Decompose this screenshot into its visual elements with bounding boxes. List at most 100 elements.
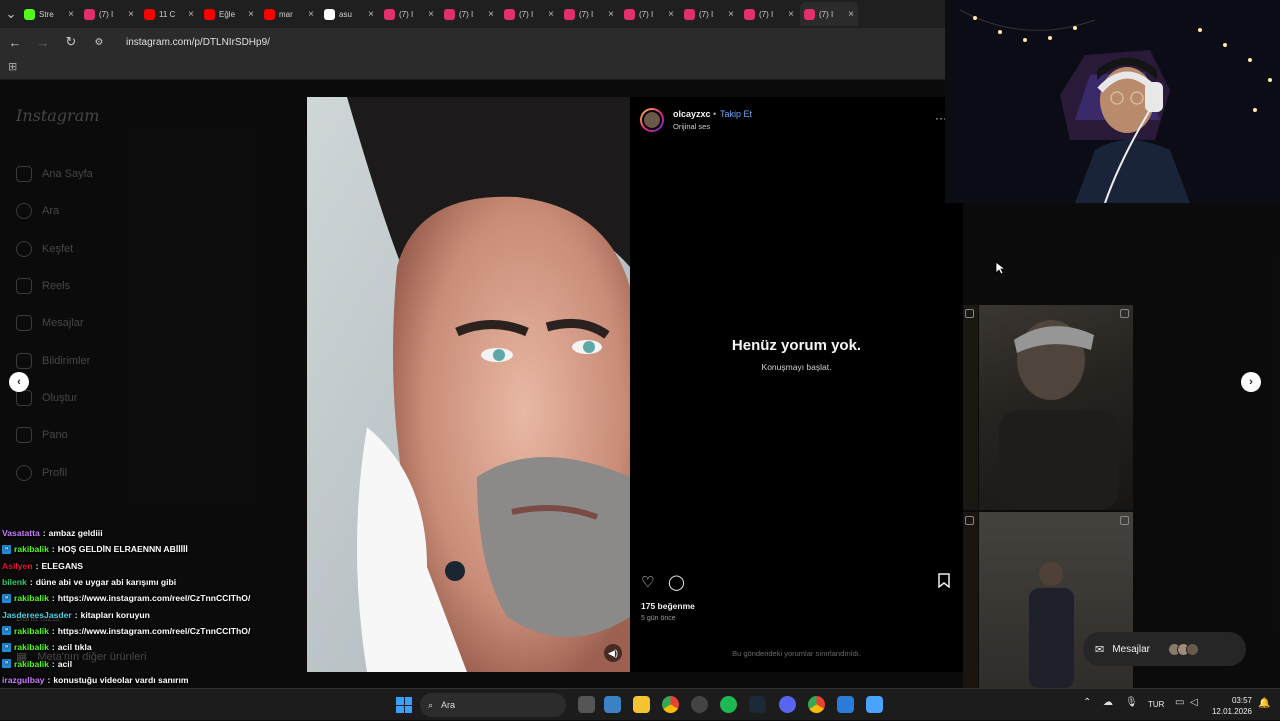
chat-separator: : (47, 674, 51, 685)
tab-close-icon[interactable]: × (68, 9, 74, 20)
chat-username: rakibalik (14, 625, 49, 636)
browser-tab[interactable]: (7) I × (380, 2, 438, 26)
grid-thumbnail[interactable] (963, 512, 978, 688)
tab-close-icon[interactable]: × (308, 9, 314, 20)
tab-close-icon[interactable]: × (728, 9, 734, 20)
instagram-logo[interactable]: Instagram (16, 106, 99, 125)
subscriber-badge-icon: » (2, 642, 11, 652)
spotify-icon[interactable] (720, 696, 737, 713)
chat-message: » rakibalik: acil (2, 655, 302, 671)
likes-count[interactable]: 175 beğenme (641, 601, 695, 611)
browser-tab[interactable]: (7) I × (500, 2, 558, 26)
browser-tab[interactable]: Stre × (20, 2, 78, 26)
sidebar-item-0[interactable]: Ana Sayfa (16, 166, 93, 182)
tab-close-icon[interactable]: × (488, 9, 494, 20)
next-post-button[interactable]: › (1241, 372, 1261, 392)
microphone-icon[interactable]: 🎙 (1125, 697, 1138, 708)
url-field[interactable]: instagram.com/p/DTLNIrSDHp9/ (126, 37, 270, 48)
tab-close-icon[interactable]: × (188, 9, 194, 20)
cloud-icon[interactable]: ☁ (1103, 697, 1113, 708)
previous-post-button[interactable]: ‹ (9, 372, 29, 392)
language-indicator[interactable]: TUR (1148, 700, 1164, 709)
sidebar-item-2[interactable]: Keşfet (16, 241, 73, 257)
app-icon[interactable] (866, 696, 883, 713)
chrome-icon[interactable] (808, 696, 825, 713)
tray-chevron-icon[interactable]: ⌃ (1083, 697, 1091, 708)
post-side-panel: olcayzxc • Takip Et Orijinal ses ··· Hen… (630, 97, 963, 672)
grid-thumbnail[interactable] (979, 305, 1133, 510)
system-clock[interactable]: 03:57 12.01.2026 (1208, 695, 1252, 717)
browser-tab[interactable]: (7) I × (560, 2, 618, 26)
back-arrow-icon[interactable]: ← (8, 35, 22, 50)
browser-tab[interactable]: (7) I × (680, 2, 738, 26)
tab-label: (7) I (639, 9, 654, 19)
sidebar-item-3[interactable]: Reels (16, 278, 70, 294)
reload-icon[interactable]: ↻ (64, 34, 78, 50)
browser-tab[interactable]: Eğle × (200, 2, 258, 26)
windows-start-icon[interactable] (396, 697, 412, 713)
browser-tab[interactable]: (7) I × (80, 2, 138, 26)
sidebar-item-7[interactable]: Pano (16, 427, 68, 443)
browser-tab[interactable]: asu × (320, 2, 378, 26)
tab-close-icon[interactable]: × (788, 9, 794, 20)
post-video[interactable]: ◀) (307, 97, 630, 672)
audio-label[interactable]: Orijinal ses (673, 122, 710, 131)
tab-close-icon[interactable]: × (668, 9, 674, 20)
forward-arrow-icon[interactable]: → (36, 35, 50, 50)
tab-label: (7) I (759, 9, 774, 19)
sidebar-item-6[interactable]: Oluştur (16, 390, 77, 406)
apps-grid-icon[interactable]: ⊞ (8, 60, 17, 73)
network-icon[interactable]: ▭ (1175, 697, 1184, 708)
browser-tab[interactable]: (7) I × (800, 2, 858, 26)
steam-icon[interactable] (749, 696, 766, 713)
tab-close-icon[interactable]: × (848, 9, 854, 20)
browser-tab[interactable]: (7) I × (740, 2, 798, 26)
file-explorer-icon[interactable] (633, 696, 650, 713)
bookmark-icon[interactable] (938, 573, 950, 592)
browser-tab[interactable]: (7) I × (440, 2, 498, 26)
compass-icon (16, 241, 32, 257)
task-view-icon[interactable] (578, 696, 595, 713)
chat-username: Asilyen (2, 560, 33, 571)
tab-close-icon[interactable]: × (128, 9, 134, 20)
heart-icon[interactable]: ♡ (641, 573, 654, 591)
chat-text: acil (57, 658, 73, 669)
tab-favicon-icon (264, 8, 275, 20)
clock-date: 12.01.2026 (1211, 707, 1252, 716)
taskbar-search[interactable]: ⌕ Ara (420, 693, 566, 717)
chat-username: rakibalik (14, 658, 49, 669)
comment-icon[interactable]: ◯ (668, 573, 685, 591)
sidebar-item-8[interactable]: Profil (16, 465, 67, 481)
tab-favicon-icon (804, 8, 815, 20)
sidebar-item-label: Reels (42, 280, 71, 292)
store-icon[interactable] (604, 696, 621, 713)
browser-tab[interactable]: mar × (260, 2, 318, 26)
tab-list-chevron-icon[interactable]: ⌄ (4, 6, 18, 22)
messages-pill[interactable]: ✉ Mesajlar (1083, 632, 1246, 666)
site-info-icon[interactable]: ⚙ (92, 37, 106, 48)
tab-close-icon[interactable]: × (428, 9, 434, 20)
sidebar-item-4[interactable]: Mesajlar (16, 315, 84, 331)
author-username[interactable]: olcayzxc (673, 109, 711, 119)
grid-thumbnail[interactable] (963, 305, 978, 510)
tab-close-icon[interactable]: × (608, 9, 614, 20)
tab-close-icon[interactable]: × (548, 9, 554, 20)
discord-icon[interactable] (779, 696, 796, 713)
notepad-icon[interactable] (837, 696, 854, 713)
browser-tab[interactable]: (7) I × (620, 2, 678, 26)
browser-tab[interactable]: 11 C × (140, 2, 198, 26)
chrome-icon[interactable] (662, 696, 679, 713)
sidebar-item-1[interactable]: Ara (16, 203, 59, 219)
volume-icon[interactable]: ◁ (1190, 697, 1198, 708)
reel-badge-icon (1120, 516, 1129, 525)
notification-bell-icon[interactable]: 🔔 (1258, 698, 1270, 709)
chat-message: bilenk: düne abi ve uygar abi karışımı gi… (2, 574, 302, 590)
author-avatar[interactable] (640, 108, 664, 132)
tab-close-icon[interactable]: × (368, 9, 374, 20)
subscriber-badge-icon: » (2, 626, 11, 636)
tab-close-icon[interactable]: × (248, 9, 254, 20)
follow-button[interactable]: Takip Et (720, 109, 752, 119)
sidebar-item-5[interactable]: Bildirimler (16, 353, 90, 369)
obs-icon[interactable] (691, 696, 708, 713)
mute-icon[interactable]: ◀) (604, 644, 622, 662)
